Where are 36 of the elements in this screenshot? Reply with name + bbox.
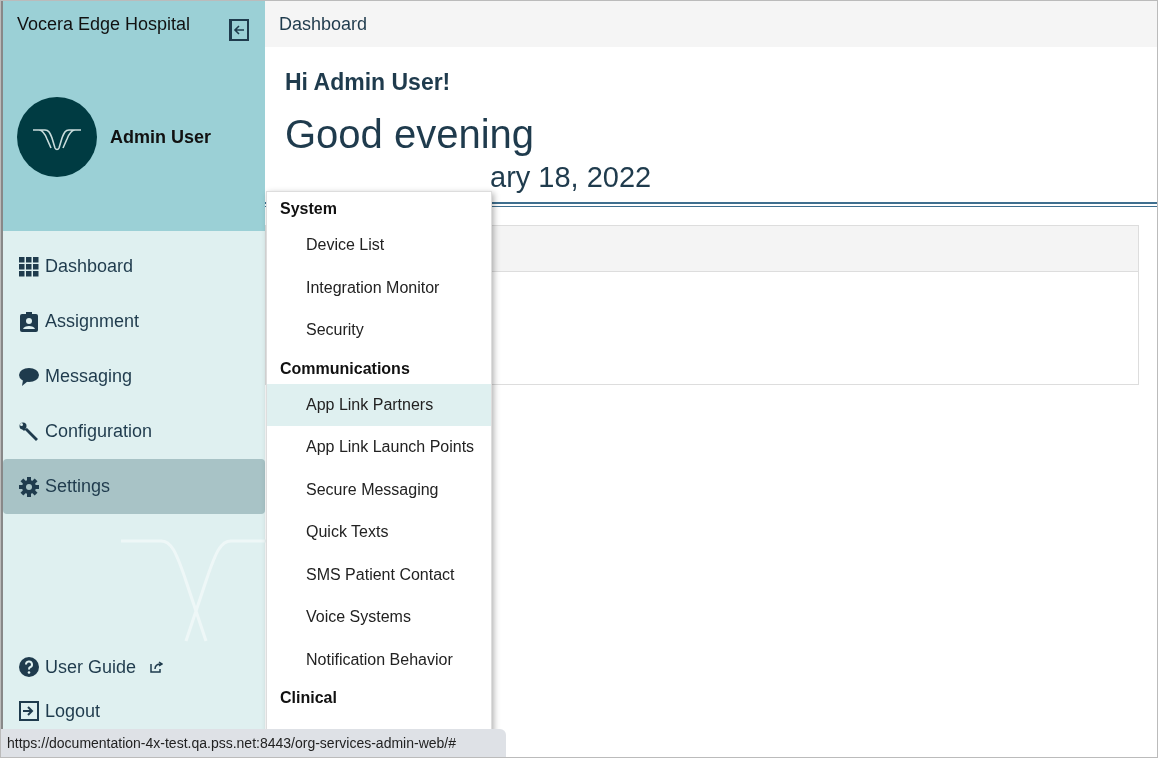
user-name: Admin User bbox=[110, 126, 212, 148]
menu-item[interactable]: SMS Patient Contact bbox=[267, 553, 491, 596]
help-icon bbox=[19, 657, 39, 677]
menu-item[interactable]: Notification Behavior bbox=[267, 638, 491, 681]
logo-avatar-icon bbox=[17, 97, 97, 177]
salutation: Good evening bbox=[285, 112, 536, 157]
logout-link[interactable]: Logout bbox=[3, 689, 265, 733]
nav-item[interactable]: Configuration bbox=[3, 404, 265, 459]
menu-section-heading: Clinical bbox=[279, 688, 338, 708]
page-title: Dashboard bbox=[279, 13, 368, 35]
nav-item[interactable]: Assignment bbox=[3, 294, 265, 349]
menu-item[interactable]: App Link Partners bbox=[267, 383, 491, 426]
menu-item[interactable]: App Link Launch Points bbox=[267, 426, 491, 469]
wrench-icon bbox=[19, 421, 39, 442]
greeting-title: Hi Admin User! bbox=[285, 69, 452, 96]
menu-item[interactable]: Voice Systems bbox=[267, 596, 491, 639]
speech-bubble-icon bbox=[19, 366, 39, 387]
collapse-sidebar-icon[interactable] bbox=[229, 19, 249, 41]
menu-item[interactable]: Quick Texts bbox=[267, 511, 491, 554]
id-badge-icon bbox=[19, 311, 39, 332]
menu-item[interactable]: Secure Messaging bbox=[267, 468, 491, 511]
link-url: https://documentation-4x-test.qa.pss.net:8443/org-services-admin-web/# bbox=[7, 735, 456, 751]
menu-item[interactable]: Security bbox=[267, 309, 491, 352]
external-link-icon bbox=[150, 661, 164, 673]
date-text: ary 18, 2022 bbox=[489, 161, 653, 194]
grid-icon bbox=[19, 256, 39, 277]
nav-item[interactable]: Messaging bbox=[3, 349, 265, 404]
logout-icon bbox=[19, 701, 39, 721]
menu-section-heading: System bbox=[279, 199, 338, 219]
organization-name: Vocera Edge Hospital bbox=[17, 14, 191, 35]
settings-icon bbox=[19, 476, 39, 497]
menu-item[interactable]: Integration Monitor bbox=[267, 266, 491, 309]
menu-section-heading: Communications bbox=[279, 358, 411, 379]
user-guide-link[interactable]: User Guide bbox=[3, 645, 265, 689]
nav-item[interactable]: Dashboard bbox=[3, 239, 265, 294]
nav-item[interactable]: Settings bbox=[3, 459, 265, 514]
